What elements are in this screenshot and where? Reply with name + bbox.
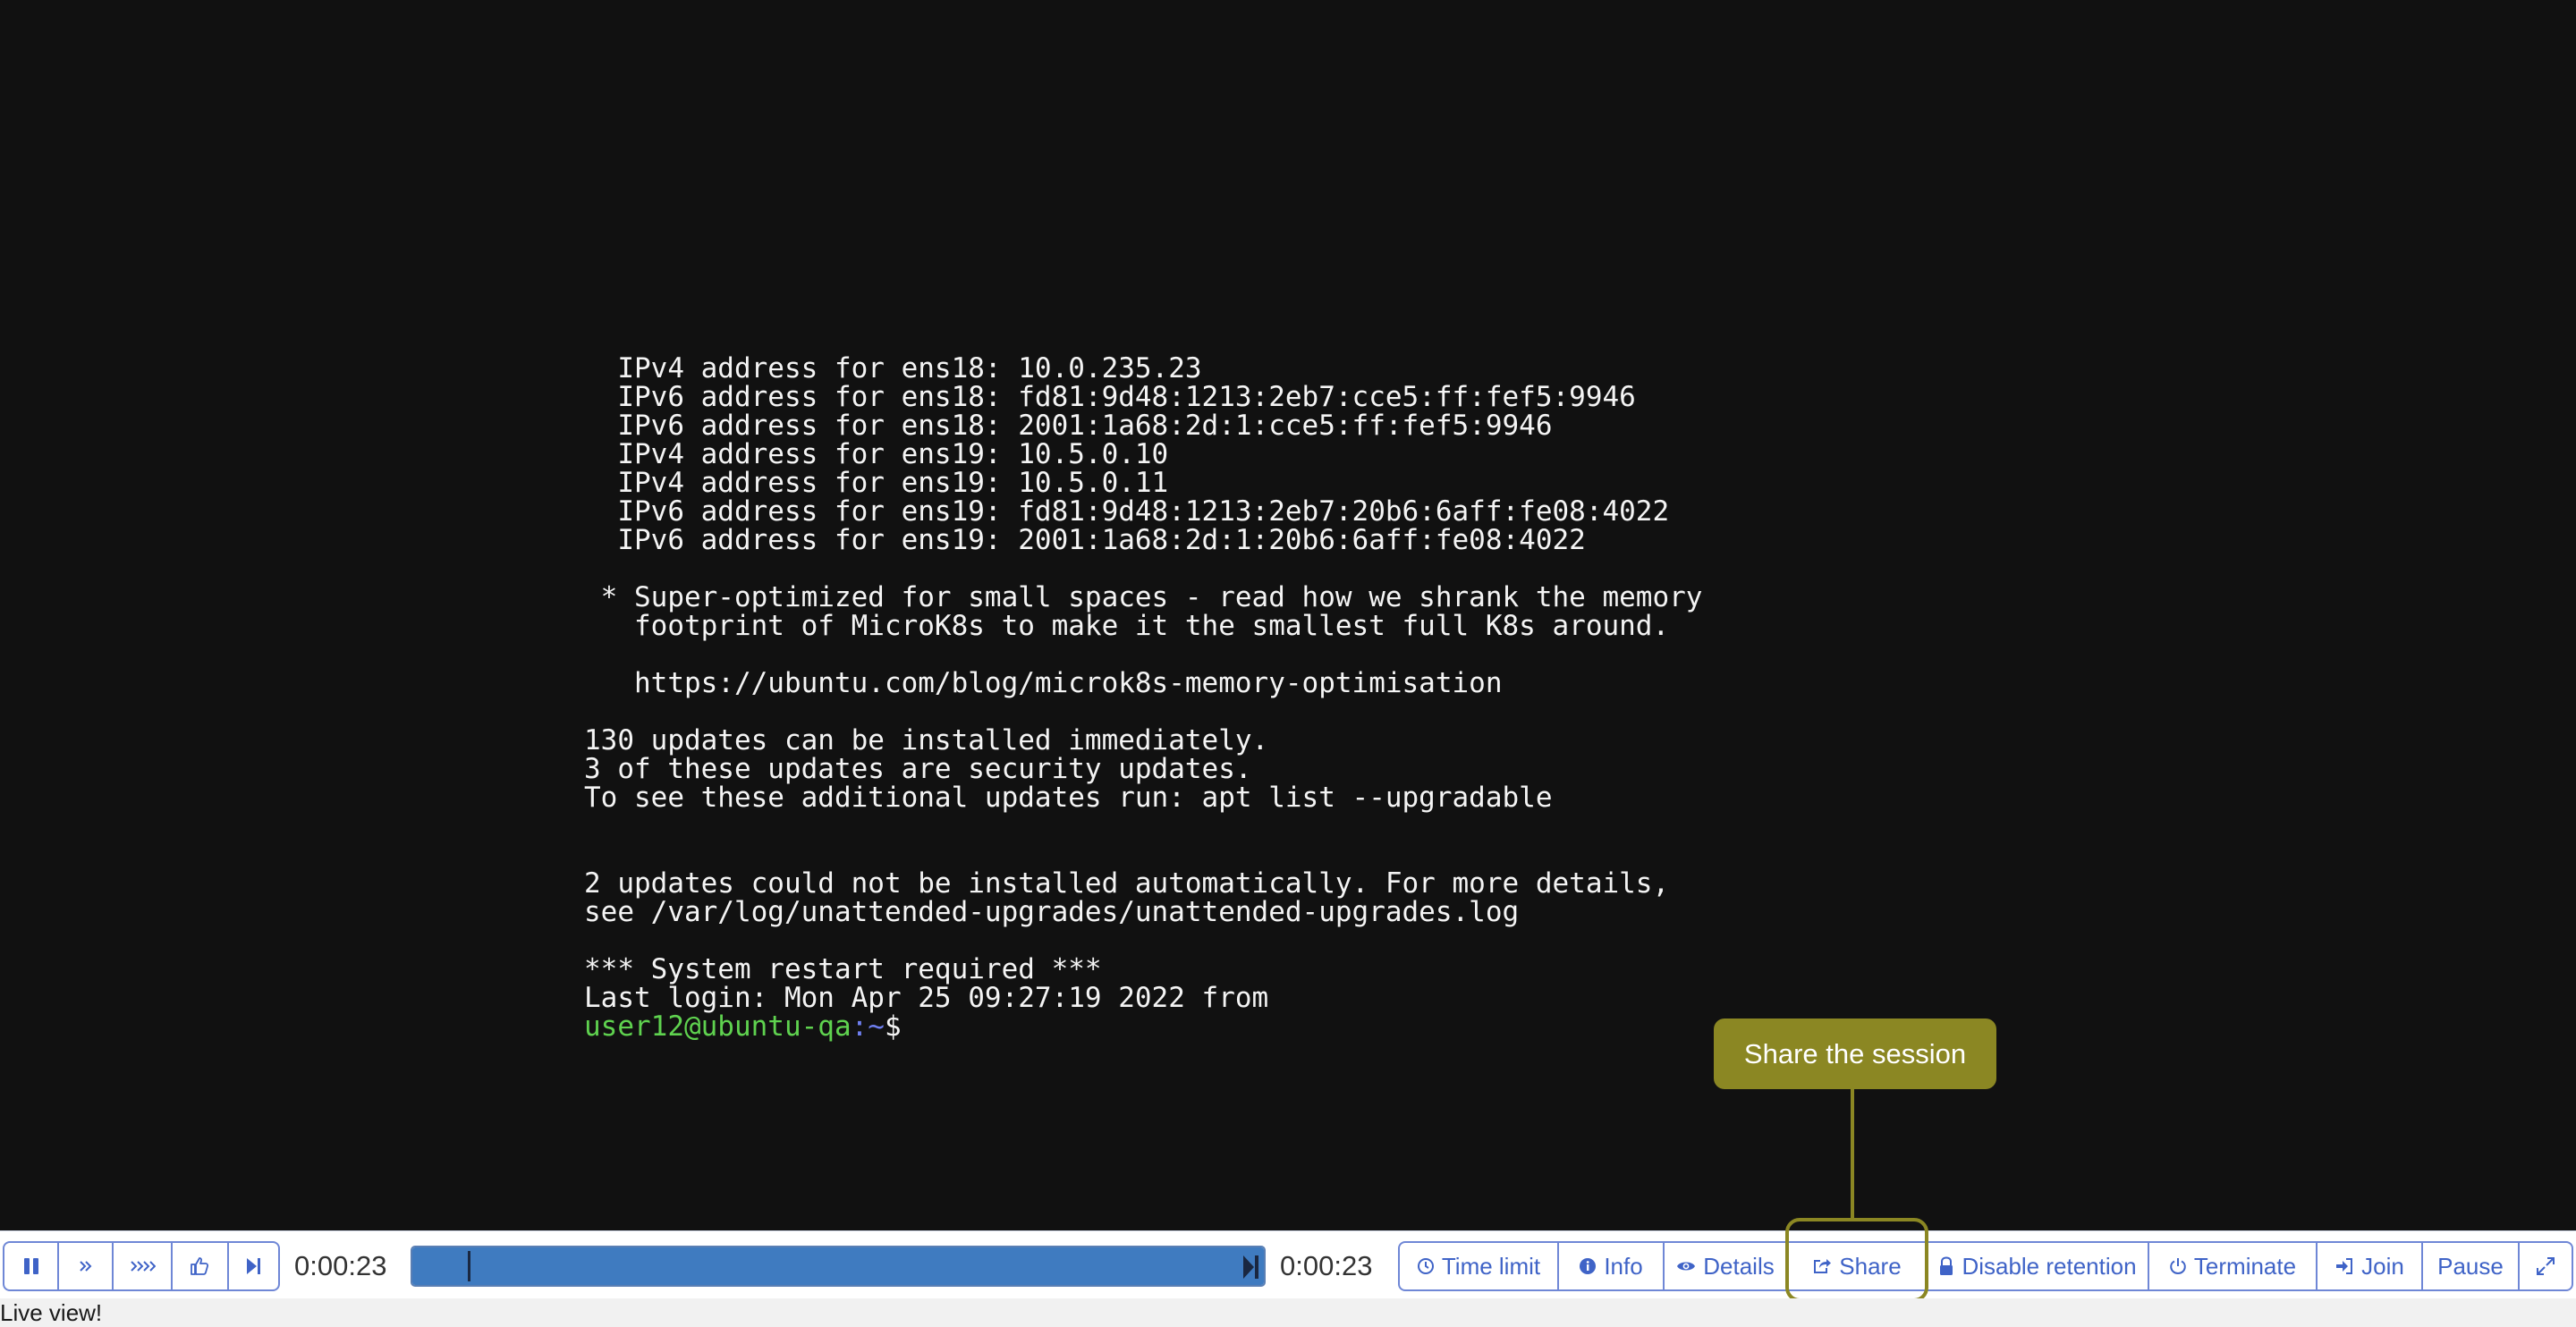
lock-icon	[1938, 1256, 1954, 1276]
share-tooltip-text: Share the session	[1743, 1037, 1967, 1069]
current-time: 0:00:23	[294, 1250, 387, 1281]
progress-fill	[412, 1247, 1264, 1285]
power-icon	[2169, 1257, 2187, 1275]
status-bar: Live view!	[0, 1298, 2576, 1327]
terminal-line: To see these additional updates run: apt…	[584, 782, 1553, 814]
join-label: Join	[2361, 1252, 2404, 1280]
playback-buttons-group	[3, 1241, 280, 1291]
terminal-prompt[interactable]: user12@ubuntu-qa:~$	[584, 1012, 1702, 1041]
share-button[interactable]: Share	[1788, 1243, 1928, 1289]
join-button[interactable]: Join	[2318, 1243, 2423, 1289]
skip-end-icon	[244, 1256, 262, 1276]
session-actions-group: Time limit Info Details Share Disable re…	[1398, 1241, 2573, 1291]
details-button[interactable]: Details	[1665, 1243, 1788, 1289]
terminal-line: 2 updates could not be installed automat…	[584, 867, 1670, 900]
terminal-line: *** System restart required ***	[584, 953, 1102, 985]
terminal-screen[interactable]: IPv4 address for ens18: 10.0.235.23 IPv6…	[0, 0, 2576, 1230]
clock-icon	[1417, 1257, 1435, 1275]
sign-in-icon	[2334, 1257, 2354, 1275]
end-marker-icon	[1242, 1253, 1260, 1281]
live-view-status: Live view!	[0, 1298, 103, 1326]
terminal-line: IPv4 address for ens19: 10.5.0.10	[584, 438, 1169, 470]
progress-bar[interactable]	[411, 1246, 1266, 1287]
terminate-label: Terminate	[2193, 1252, 2297, 1280]
pause-icon	[21, 1256, 41, 1276]
total-time: 0:00:23	[1280, 1250, 1373, 1281]
pause-button[interactable]	[4, 1243, 60, 1289]
disable-retention-label: Disable retention	[1962, 1252, 2137, 1280]
terminate-button[interactable]: Terminate	[2149, 1243, 2318, 1289]
triple-chevron-right-icon	[129, 1257, 156, 1275]
terminal-line: IPv4 address for ens19: 10.5.0.11	[584, 467, 1169, 499]
terminal-line: https://ubuntu.com/blog/microk8s-memory-…	[584, 667, 1503, 699]
session-viewer: IPv4 address for ens18: 10.0.235.23 IPv6…	[0, 0, 2576, 1327]
terminal-line: * Super-optimized for small spaces - rea…	[584, 581, 1703, 613]
disable-retention-button[interactable]: Disable retention	[1928, 1243, 2149, 1289]
speed-up-more-button[interactable]	[114, 1243, 173, 1289]
reactions-button[interactable]	[173, 1243, 229, 1289]
terminal-line: IPv6 address for ens19: 2001:1a68:2d:1:2…	[584, 524, 1586, 556]
details-label: Details	[1703, 1252, 1775, 1280]
terminal-line: 3 of these updates are security updates.	[584, 753, 1252, 785]
prompt-path: ~	[868, 1010, 885, 1043]
progress-handle[interactable]	[468, 1251, 470, 1281]
playback-control-bar: 0:00:23 0:00:23 Time limit Info Details …	[0, 1230, 2576, 1299]
pause-session-label: Pause	[2437, 1252, 2504, 1280]
terminal-line: Last login: Mon Apr 25 09:27:19 2022 fro…	[584, 982, 1269, 1014]
fullscreen-button[interactable]	[2520, 1243, 2572, 1289]
tooltip-connector	[1851, 1089, 1854, 1219]
terminal-line: 130 updates can be installed immediately…	[584, 724, 1269, 756]
prompt-separator: :	[851, 1010, 869, 1043]
time-limit-label: Time limit	[1441, 1252, 1541, 1280]
terminal-line: IPv6 address for ens18: 2001:1a68:2d:1:c…	[584, 410, 1553, 442]
info-label: Info	[1604, 1252, 1643, 1280]
prompt-user-host: user12@ubuntu-qa	[584, 1010, 852, 1043]
terminal-output: IPv4 address for ens18: 10.0.235.23 IPv6…	[584, 268, 1702, 1041]
double-chevron-right-icon	[77, 1257, 95, 1275]
info-icon	[1579, 1257, 1597, 1275]
share-tooltip: Share the session	[1714, 1018, 1996, 1089]
speed-up-button[interactable]	[59, 1243, 114, 1289]
terminal-line: IPv6 address for ens19: fd81:9d48:1213:2…	[584, 495, 1670, 528]
expand-icon	[2536, 1256, 2555, 1276]
terminal-line: see /var/log/unattended-upgrades/unatten…	[584, 896, 1520, 928]
eye-icon	[1676, 1259, 1696, 1273]
terminal-line: IPv4 address for ens18: 10.0.235.23	[584, 352, 1202, 385]
info-button[interactable]: Info	[1559, 1243, 1665, 1289]
skip-to-end-button[interactable]	[229, 1243, 278, 1289]
share-label: Share	[1839, 1252, 1902, 1280]
terminal-line: IPv6 address for ens18: fd81:9d48:1213:2…	[584, 381, 1636, 413]
share-icon	[1812, 1257, 1832, 1275]
time-limit-button[interactable]: Time limit	[1400, 1243, 1559, 1289]
terminal-line: footprint of MicroK8s to make it the sma…	[584, 610, 1670, 642]
prompt-symbol: $	[884, 1010, 902, 1043]
pause-session-button[interactable]: Pause	[2423, 1243, 2520, 1289]
thumbs-up-icon	[189, 1255, 210, 1277]
